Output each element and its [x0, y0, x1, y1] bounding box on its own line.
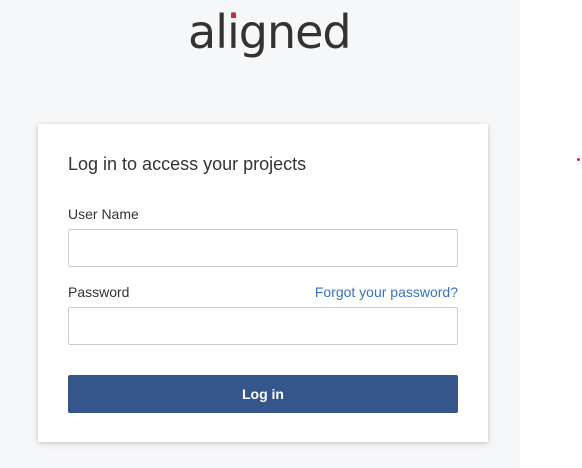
login-card: Log in to access your projects User Name…: [38, 124, 488, 442]
login-button[interactable]: Log in: [68, 375, 458, 413]
logo-accent-dot: [230, 13, 236, 18]
login-title: Log in to access your projects: [68, 154, 307, 174]
logo-text-i: i: [226, 5, 240, 59]
password-label: Password: [68, 284, 130, 300]
forgot-password-link[interactable]: Forgot your password?: [315, 284, 458, 300]
password-input[interactable]: [68, 307, 458, 345]
username-label: User Name: [68, 206, 139, 222]
logo-text-part: gned: [238, 5, 352, 59]
brand-logo: ali gned: [188, 4, 352, 60]
logo-text-part: al: [188, 5, 228, 59]
decorative-dot: [577, 158, 580, 161]
username-input[interactable]: [68, 229, 458, 267]
